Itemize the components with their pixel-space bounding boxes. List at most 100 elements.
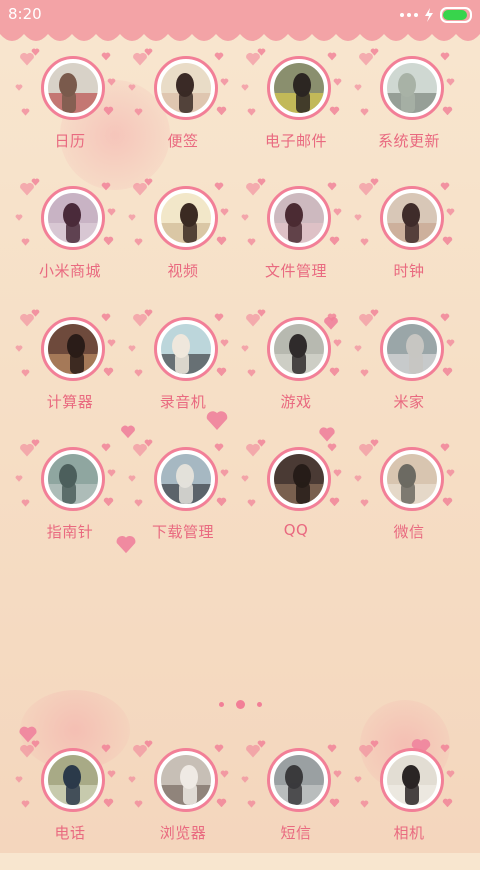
icon-frame (380, 56, 444, 120)
frame-heart-icon (103, 106, 114, 116)
app-label: 录音机 (159, 393, 207, 411)
app-downloads[interactable]: 下载管理 (128, 439, 238, 569)
icon-frame (41, 56, 105, 120)
frame-heart-icon (333, 770, 342, 778)
frame-heart-icon (446, 78, 455, 86)
frame-heart-icon (257, 178, 266, 186)
frame-heart-icon (214, 52, 224, 61)
icon-frame (154, 317, 218, 381)
frame-heart-icon (103, 798, 114, 808)
icon-frame (380, 748, 444, 812)
app-video[interactable]: 视频 (128, 178, 238, 308)
frame-heart-icon (247, 499, 256, 507)
frame-heart-icon (440, 443, 450, 452)
frame-heart-icon (214, 182, 224, 191)
icon-frame (41, 447, 105, 511)
frame-heart-icon (327, 744, 337, 753)
frame-heart-icon (134, 108, 143, 116)
app-wechat[interactable]: 微信 (354, 439, 464, 569)
frame-heart-icon (333, 339, 342, 347)
frame-heart-icon (329, 497, 340, 507)
app-label: 日历 (54, 132, 86, 150)
frame-heart-icon (107, 469, 116, 477)
frame-heart-icon (327, 443, 337, 452)
browser-photo-icon (161, 755, 211, 805)
icon-frame (41, 317, 105, 381)
app-mi-store[interactable]: 小米商城 (15, 178, 125, 308)
frame-heart-icon (247, 800, 256, 808)
frame-heart-icon (107, 78, 116, 86)
frame-heart-icon (21, 238, 30, 246)
frame-heart-icon (31, 439, 40, 447)
status-time: 8:20 (8, 5, 42, 23)
app-messages[interactable]: 短信 (241, 740, 351, 870)
app-compass[interactable]: 指南针 (15, 439, 125, 569)
frame-heart-icon (216, 236, 227, 246)
app-calculator[interactable]: 计算器 (15, 309, 125, 439)
app-notes[interactable]: 便签 (128, 48, 238, 178)
app-qq[interactable]: QQ (241, 439, 351, 569)
app-browser[interactable]: 浏览器 (128, 740, 238, 870)
frame-heart-icon (220, 78, 229, 86)
page-indicator[interactable] (210, 698, 270, 710)
app-label: 计算器 (46, 393, 94, 411)
frame-heart-icon (442, 497, 453, 507)
file-manager-photo-icon (274, 193, 324, 243)
frame-heart-icon (144, 309, 153, 317)
app-mijia[interactable]: 米家 (354, 309, 464, 439)
frame-heart-icon (257, 740, 266, 748)
app-email[interactable]: 电子邮件 (241, 48, 351, 178)
app-calendar[interactable]: 日历 (15, 48, 125, 178)
app-camera[interactable]: 相机 (354, 740, 464, 870)
signal-dots-icon (400, 13, 418, 17)
frame-heart-icon (134, 499, 143, 507)
scallop-border (0, 30, 480, 41)
app-updater[interactable]: 系统更新 (354, 48, 464, 178)
frame-heart-icon (442, 367, 453, 377)
frame-heart-icon (442, 236, 453, 246)
app-file-manager[interactable]: 文件管理 (241, 178, 351, 308)
app-games[interactable]: 游戏 (241, 309, 351, 439)
app-phone[interactable]: 电话 (15, 740, 125, 870)
frame-heart-icon (134, 369, 143, 377)
frame-heart-icon (220, 469, 229, 477)
downloads-photo-icon (161, 454, 211, 504)
app-label: 下载管理 (151, 523, 214, 541)
app-recorder[interactable]: 录音机 (128, 309, 238, 439)
app-clock[interactable]: 时钟 (354, 178, 464, 308)
frame-heart-icon (329, 798, 340, 808)
page-dot[interactable] (256, 701, 262, 707)
frame-heart-icon (247, 108, 256, 116)
frame-heart-icon (21, 108, 30, 116)
page-dot-active[interactable] (235, 699, 245, 709)
frame-heart-icon (257, 48, 266, 56)
frame-heart-icon (257, 309, 266, 317)
frame-heart-icon (241, 84, 249, 91)
frame-heart-icon (354, 475, 362, 482)
frame-heart-icon (370, 740, 379, 748)
icon-frame (380, 186, 444, 250)
frame-heart-icon (446, 770, 455, 778)
frame-heart-icon (442, 106, 453, 116)
frame-heart-icon (134, 800, 143, 808)
frame-heart-icon (101, 182, 111, 191)
frame-heart-icon (247, 238, 256, 246)
icon-frame (267, 56, 331, 120)
app-label: 便签 (167, 132, 199, 150)
frame-heart-icon (360, 238, 369, 246)
frame-heart-icon (101, 313, 111, 322)
app-label: 小米商城 (38, 262, 101, 280)
icon-frame (154, 748, 218, 812)
status-bar: 8:20 (0, 0, 480, 30)
frame-heart-icon (354, 776, 362, 783)
icon-frame (154, 56, 218, 120)
frame-heart-icon (15, 84, 23, 91)
frame-heart-icon (446, 469, 455, 477)
page-dot[interactable] (218, 701, 224, 707)
frame-heart-icon (107, 208, 116, 216)
email-photo-icon (274, 63, 324, 113)
frame-heart-icon (103, 497, 114, 507)
frame-heart-icon (370, 309, 379, 317)
frame-heart-icon (15, 475, 23, 482)
frame-heart-icon (21, 499, 30, 507)
